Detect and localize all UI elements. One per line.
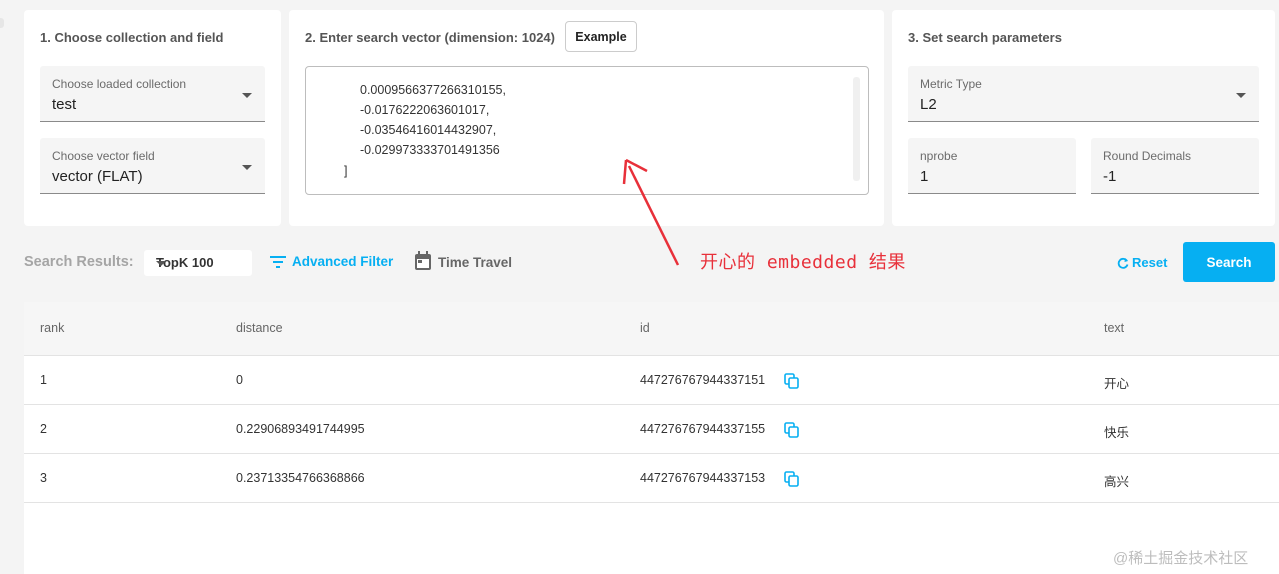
advanced-filter-button[interactable]: Advanced Filter [270,254,393,269]
step1-title: 1. Choose collection and field [40,30,224,45]
vector-line: -0.03546416014432907, [360,123,497,137]
table-row: 1 0 447276767944337151 开心 [24,356,1279,405]
chevron-down-icon [1236,93,1246,98]
vector-line: -0.0176222063601017, [360,103,490,117]
nprobe-label: nprobe [920,149,958,163]
refresh-icon [1117,257,1129,269]
step2-title: 2. Enter search vector (dimension: 1024) [305,30,555,45]
table-header: rank distance id text [24,302,1279,356]
cell-id: 447276767944337151 [640,373,766,387]
cell-text: 开心 [1104,377,1130,391]
metric-type-select[interactable]: Metric Type L2 [908,66,1259,122]
example-button[interactable]: Example [565,21,637,52]
results-table: rank distance id text 1 0 44727676794433… [24,302,1279,574]
watermark: @稀土掘金技术社区 [1113,550,1249,567]
nprobe-value: 1 [920,168,929,185]
time-travel-button[interactable]: Time Travel [414,251,512,271]
search-button[interactable]: Search [1183,242,1275,282]
collection-select[interactable]: Choose loaded collection test [40,66,265,122]
search-vector-input[interactable]: 0.0009566377266310155, -0.01762220636010… [305,66,869,195]
annotation-arrow-icon [622,158,680,266]
vector-field-select[interactable]: Choose vector field vector (FLAT) [40,138,265,194]
time-travel-label: Time Travel [438,255,513,270]
cell-text: 高兴 [1104,475,1130,489]
reset-label: Reset [1132,255,1168,270]
collection-select-label: Choose loaded collection [52,77,187,91]
textarea-scrollbar[interactable] [853,77,860,181]
round-decimals-value: -1 [1103,168,1117,185]
vector-line: ] [344,164,348,178]
cell-text: 快乐 [1104,426,1130,440]
topk-select[interactable]: TopK 100 [144,250,252,276]
cell-id: 447276767944337153 [640,471,766,485]
copy-icon[interactable] [784,373,800,389]
vector-line: 0.0009566377266310155, [360,83,506,97]
vector-line: -0.029973333701491356 [360,143,500,157]
column-header-distance[interactable]: distance [236,321,283,335]
column-header-id[interactable]: id [640,321,650,335]
cell-distance: 0.22906893491744995 [236,422,365,436]
step3-card: 3. Set search parameters Metric Type L2 … [892,10,1275,226]
table-row: 2 0.22906893491744995 447276767944337155… [24,405,1279,454]
column-header-rank[interactable]: rank [40,321,64,335]
chevron-down-icon [156,261,166,266]
round-decimals-input[interactable]: Round Decimals -1 [1091,138,1259,194]
vector-field-select-label: Choose vector field [52,149,155,163]
advanced-filter-label: Advanced Filter [292,254,394,269]
step3-title: 3. Set search parameters [908,30,1062,45]
cell-distance: 0 [236,373,243,387]
copy-icon[interactable] [784,422,800,438]
round-decimals-label: Round Decimals [1103,149,1192,163]
metric-type-label: Metric Type [920,77,982,91]
nprobe-input[interactable]: nprobe 1 [908,138,1076,194]
chevron-down-icon [242,165,252,170]
cell-distance: 0.23713354766368866 [236,471,365,485]
copy-icon[interactable] [784,471,800,487]
cell-rank: 2 [40,422,47,436]
filter-icon [270,255,286,268]
search-results-label: Search Results: [24,254,134,270]
cell-rank: 1 [40,373,47,387]
metric-type-value: L2 [920,96,937,113]
step2-card: 2. Enter search vector (dimension: 1024)… [289,10,884,226]
step1-card: 1. Choose collection and field Choose lo… [24,10,281,226]
cell-id: 447276767944337155 [640,422,766,436]
annotation-text: 开心的 embedded 结果 [700,252,906,273]
vector-field-select-value: vector (FLAT) [52,168,143,185]
collection-select-value: test [52,96,77,113]
column-header-text[interactable]: text [1104,321,1124,335]
calendar-icon [415,251,431,270]
cell-rank: 3 [40,471,47,485]
table-row: 3 0.23713354766368866 447276767944337153… [24,454,1279,503]
chevron-down-icon [242,93,252,98]
edge-handle [0,18,4,28]
reset-button[interactable]: Reset [1117,255,1167,270]
